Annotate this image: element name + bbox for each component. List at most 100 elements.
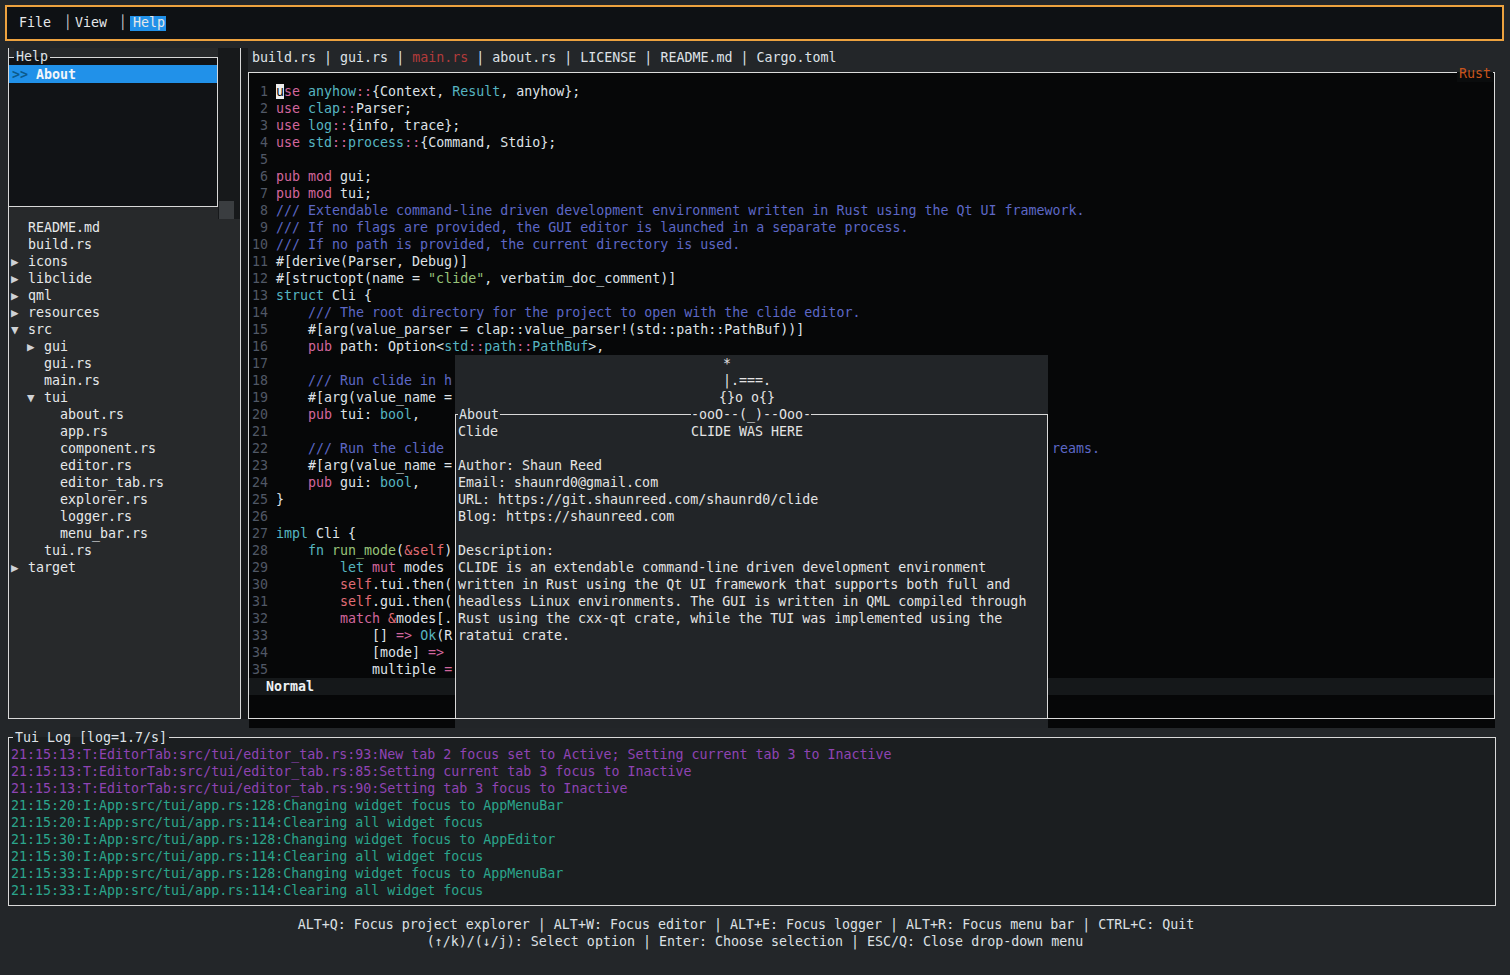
tree-item-libclide[interactable]: ▶libclide: [9, 270, 239, 287]
code-line: 7pub mod tui;: [250, 185, 1085, 202]
tree-item-target[interactable]: ▶target: [9, 559, 239, 576]
code-token: gui:: [340, 475, 380, 490]
code-line: 10/// If no path is provided, the curren…: [250, 236, 1085, 253]
tree-item-src[interactable]: ▼src: [9, 321, 239, 338]
code-token: =: [444, 662, 452, 677]
tree-item-component-rs[interactable]: component.rs: [9, 440, 239, 457]
about-text-line: written in Rust using the Qt UI framewor…: [458, 576, 1010, 593]
line-number: 14: [250, 304, 268, 321]
code-token: .gui.then(: [372, 594, 452, 609]
tree-item-label: qml: [28, 287, 52, 304]
code-line: 5: [250, 151, 1085, 168]
code-line: 1use anyhow::{Context, Result, anyhow};: [250, 83, 1085, 100]
about-text-line: Author: Shaun Reed: [458, 457, 602, 474]
chevron-right-icon: ▶: [27, 338, 35, 355]
code-token: run_mode: [332, 543, 396, 558]
line-number: 34: [250, 644, 268, 661]
selection-prefix: >>: [12, 67, 36, 82]
line-number: 16: [250, 338, 268, 355]
chevron-down-icon: ▼: [11, 321, 19, 338]
code-token: #[structopt(name =: [276, 271, 428, 286]
tree-item-readme-md[interactable]: README.md: [9, 219, 239, 236]
line-number: 7: [250, 185, 268, 202]
tree-item-tui-rs[interactable]: tui.rs: [9, 542, 239, 559]
tree-item-explorer-rs[interactable]: explorer.rs: [9, 491, 239, 508]
tab-separator: |: [316, 50, 340, 65]
tree-item-label: gui.rs: [44, 355, 92, 372]
log-entry: 21:15:13:T:EditorTab:src/tui/editor_tab.…: [11, 780, 627, 797]
log-entry: 21:15:13:T:EditorTab:src/tui/editor_tab.…: [11, 746, 892, 763]
code-token: {Context,: [372, 84, 452, 99]
code-token: "clide": [428, 271, 484, 286]
tab-license[interactable]: LICENSE: [580, 50, 636, 65]
tree-item-label: target: [28, 559, 76, 576]
tree-item-logger-rs[interactable]: logger.rs: [9, 508, 239, 525]
log-entry: 21:15:13:T:EditorTab:src/tui/editor_tab.…: [11, 763, 691, 780]
line-number: 20: [250, 406, 268, 423]
code-token: []: [276, 628, 396, 643]
tree-item-label: editor_tab.rs: [60, 474, 164, 491]
tab-separator: |: [556, 50, 580, 65]
code-token: mut: [372, 560, 404, 575]
tree-item-label: libclide: [28, 270, 92, 287]
tree-item-gui[interactable]: ▶gui: [9, 338, 239, 355]
code-token: (: [396, 543, 404, 558]
help-item-about-text: About: [36, 67, 76, 82]
help-menu-item-label: >> About: [12, 66, 76, 83]
tab-separator: |: [468, 50, 492, 65]
scrollbar-thumb[interactable]: [219, 201, 234, 219]
code-token: bool: [380, 407, 412, 422]
about-text-line: Blog: https://shaunreed.com: [458, 508, 674, 525]
tree-item-gui-rs[interactable]: gui.rs: [9, 355, 239, 372]
code-token: Cli {: [316, 526, 356, 541]
code-token: Result: [452, 84, 500, 99]
tab-build-rs[interactable]: build.rs: [252, 50, 316, 65]
tree-item-qml[interactable]: ▶qml: [9, 287, 239, 304]
code-token: log: [308, 118, 332, 133]
tab-main-rs[interactable]: main.rs: [412, 50, 468, 65]
tree-item-label: tui.rs: [44, 542, 92, 559]
line-number: 19: [250, 389, 268, 406]
tab-gui-rs[interactable]: gui.rs: [340, 50, 388, 65]
code-line: 13struct Cli {: [250, 287, 1085, 304]
code-token: pub: [276, 407, 340, 422]
tree-item-editor-tab-rs[interactable]: editor_tab.rs: [9, 474, 239, 491]
tree-item-app-rs[interactable]: app.rs: [9, 423, 239, 440]
code-token: impl: [276, 526, 316, 541]
ascii-art-line: *: [723, 355, 731, 372]
code-line: 15 #[arg(value_parser = clap::value_pars…: [250, 321, 1085, 338]
code-token: Ok: [420, 628, 436, 643]
code-token: /// If no flags are provided, the GUI ed…: [276, 220, 908, 235]
code-token: Cli {: [332, 288, 372, 303]
ascii-art-border: -ooO--(_)--Ooo-: [691, 406, 811, 423]
code-token: pub mod: [276, 186, 340, 201]
tree-item-tui[interactable]: ▼tui: [9, 389, 239, 406]
code-token: }: [276, 492, 284, 507]
tree-item-editor-rs[interactable]: editor.rs: [9, 457, 239, 474]
tree-item-menu-bar-rs[interactable]: menu_bar.rs: [9, 525, 239, 542]
line-number: 18: [250, 372, 268, 389]
tab-cargo-toml[interactable]: Cargo.toml: [756, 50, 836, 65]
code-token: ::: [404, 135, 420, 150]
tree-item-label: README.md: [28, 219, 100, 236]
tree-item-build-rs[interactable]: build.rs: [9, 236, 239, 253]
tab-readme-md[interactable]: README.md: [660, 50, 732, 65]
code-token: {info, trace};: [348, 118, 460, 133]
tree-item-label: explorer.rs: [60, 491, 148, 508]
tree-item-main-rs[interactable]: main.rs: [9, 372, 239, 389]
tree-item-icons[interactable]: ▶icons: [9, 253, 239, 270]
code-token: [mode]: [276, 645, 428, 660]
code-token: fn: [308, 543, 332, 558]
line-number: 31: [250, 593, 268, 610]
tree-item-about-rs[interactable]: about.rs: [9, 406, 239, 423]
code-line: 9/// If no flags are provided, the GUI e…: [250, 219, 1085, 236]
tree-item-resources[interactable]: ▶resources: [9, 304, 239, 321]
menu-item-file[interactable]: File: [19, 14, 51, 31]
code-token: use: [276, 135, 308, 150]
tab-about-rs[interactable]: about.rs: [492, 50, 556, 65]
code-token: ::: [356, 84, 372, 99]
menu-item-help[interactable]: Help: [133, 14, 165, 31]
menu-item-view[interactable]: View: [75, 14, 107, 31]
footer-shortcuts-line1: ALT+Q: Focus project explorer | ALT+W: F…: [0, 916, 1501, 933]
line-number: 33: [250, 627, 268, 644]
